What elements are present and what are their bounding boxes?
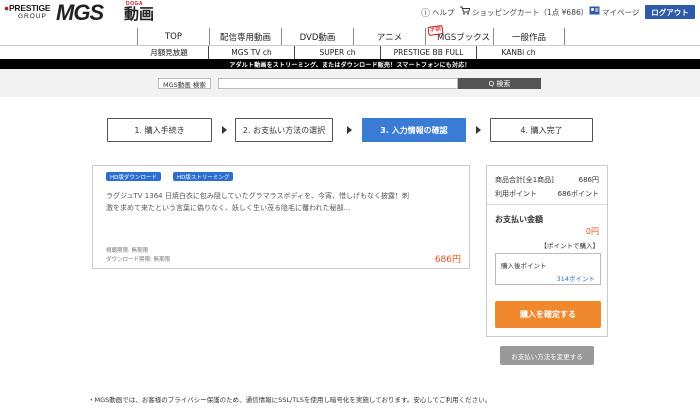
step-4: 4. 購入完了 (490, 118, 593, 142)
subnav-monthly[interactable]: 月額見放題 (130, 46, 208, 59)
nav-mgs-books[interactable]: 半額 MGSブックス (425, 24, 493, 45)
tag-hd-download: HD版ダウンロード (106, 172, 161, 181)
payment-amount: 0円 (585, 227, 599, 236)
summary-divider (487, 204, 607, 205)
view-period: 視聴期限: 無期限 (106, 248, 149, 254)
subnav-mgs-tv[interactable]: MGS TV ch (208, 46, 294, 59)
after-points-value: 314ポイント (556, 275, 595, 283)
after-points-box: 購入後ポイント 314ポイント (495, 253, 601, 285)
payment-note: 【ポイントで購入】 (540, 242, 600, 250)
search-input[interactable] (218, 78, 458, 89)
mgs-logo[interactable]: MGS (56, 1, 104, 25)
logout-button[interactable]: ログアウト (645, 5, 695, 19)
summary-points-row: 利用ポイント 686ポイント (495, 190, 599, 198)
subnav-kanbi[interactable]: KANBi ch (476, 46, 560, 59)
search-bar: MGS動画 検索 Q 検索 (0, 69, 700, 97)
step-arrow-icon (476, 126, 481, 134)
after-points-label: 購入後ポイント (501, 262, 547, 270)
subnav-prestige-bb[interactable]: PRESTIGE BB FULL (380, 46, 476, 59)
confirm-purchase-button[interactable]: 購入を確定する (495, 301, 601, 328)
order-summary: 商品合計[全1商品] 686円 利用ポイント 686ポイント お支払い金額 0円… (486, 165, 608, 337)
nav-dvd[interactable]: DVD動画 (281, 28, 353, 45)
notice-banner: アダルト動画をストリーミング、またはダウンロード販売！スマートフォンにも対応！ (0, 59, 700, 69)
download-period: ダウンロード期限: 無期限 (106, 257, 171, 263)
nav-top[interactable]: TOP (137, 28, 209, 45)
cart-link[interactable]: ショッピングカート（1点 ¥686） (460, 5, 588, 19)
cart-icon (460, 6, 471, 18)
nav-haishin[interactable]: 配信専用動画 (209, 28, 281, 45)
search-button[interactable]: Q 検索 (458, 78, 541, 89)
logo-prestige-text: PRESTIGE (8, 3, 51, 13)
subnav-super[interactable]: SUPER ch (294, 46, 380, 59)
payment-label: お支払い金額 (495, 215, 543, 224)
step-arrow-icon (347, 126, 352, 134)
site-header: ●PRESTIGE GROUP MGS DOGA 動画 ⓘ ヘルプ ショッピング… (0, 0, 700, 26)
ssl-footnote: ・MGS動画では、お客様のプライバシー保護のため、通信情報にSSL/TLSを使用… (88, 396, 492, 404)
product-description[interactable]: ラグジュTV 1364 日焼白衣に包み隠していたグラマラスボディを、今宵、惜しげ… (106, 190, 414, 214)
summary-total-row: 商品合計[全1商品] 686円 (495, 176, 599, 184)
step-3-active: 3. 入力情報の確認 (362, 118, 466, 142)
mypage-icon (589, 6, 600, 18)
product-card: HD版ダウンロード HD版ストリーミング ラグジュTV 1364 日焼白衣に包み… (92, 165, 470, 269)
step-2: 2. お支払い方法の選択 (235, 118, 333, 142)
logo-group-text: GROUP (18, 13, 47, 20)
nav-anime[interactable]: アニメ (353, 28, 425, 45)
help-link[interactable]: ⓘ ヘルプ (421, 5, 455, 19)
sub-nav: 月額見放題 MGS TV ch SUPER ch PRESTIGE BB FUL… (0, 45, 700, 59)
product-price: 686円 (434, 255, 461, 265)
step-1: 1. 購入手続き (107, 118, 212, 142)
change-payment-button[interactable]: お支払い方法を変更する (500, 346, 594, 365)
help-icon: ⓘ (421, 8, 431, 19)
search-scope-label[interactable]: MGS動画 検索 (158, 78, 211, 89)
mypage-link[interactable]: マイページ (589, 5, 639, 19)
nav-general[interactable]: 一般作品 (493, 28, 565, 45)
main-nav: TOP 配信専用動画 DVD動画 アニメ 半額 MGSブックス 一般作品 (137, 24, 565, 45)
step-arrow-icon (222, 126, 227, 134)
logo-kanji-text: 動画 (124, 5, 155, 23)
prestige-group-logo[interactable]: ●PRESTIGE GROUP (4, 3, 52, 23)
tag-hd-streaming: HD版ストリーミング (173, 172, 234, 181)
